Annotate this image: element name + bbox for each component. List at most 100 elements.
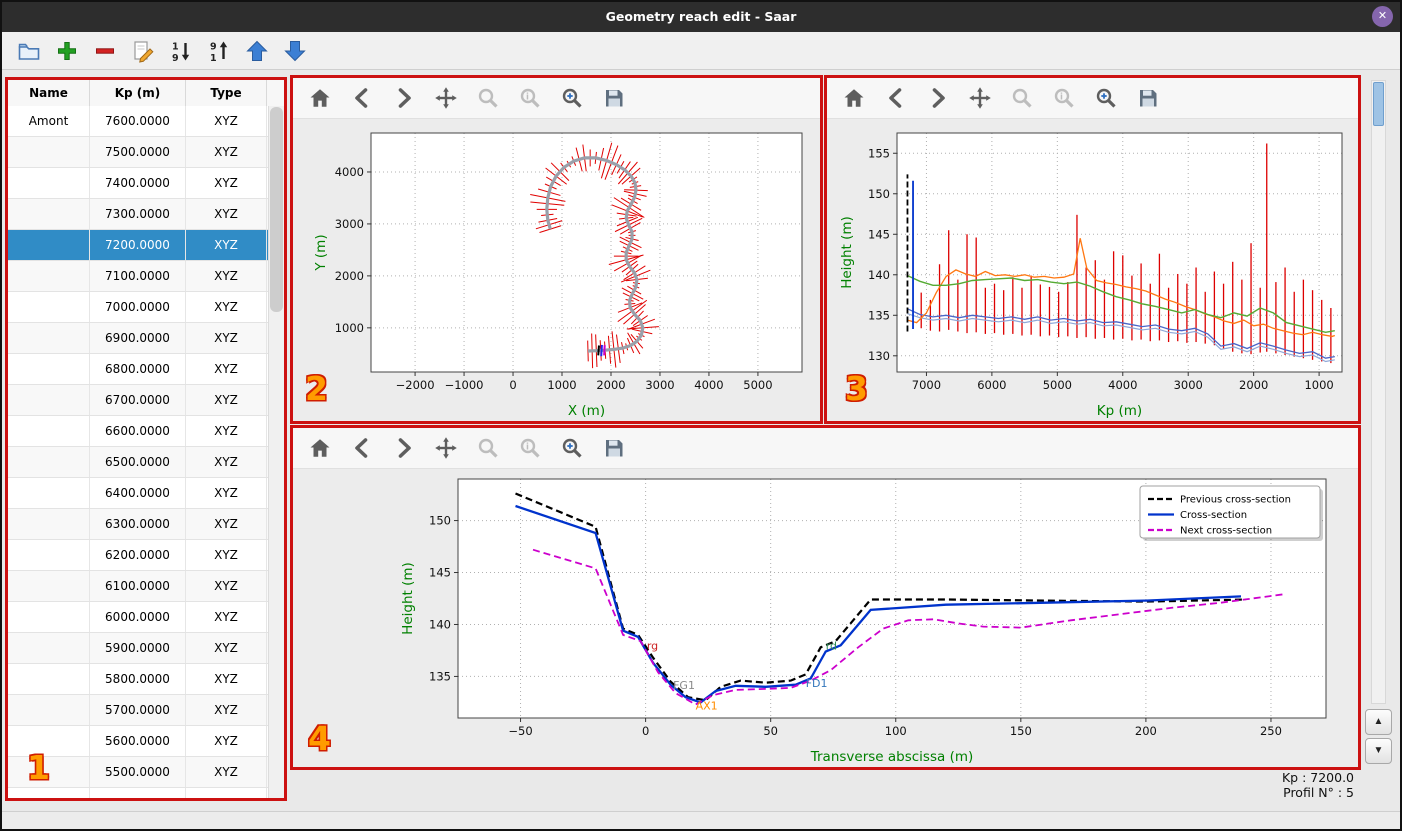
next-profile-button[interactable]: ▼ [1365, 738, 1392, 764]
cell-name [8, 261, 90, 291]
table-row[interactable]: 5700.0000 XYZ [8, 695, 269, 726]
table-scrollbar-thumb[interactable] [270, 107, 283, 312]
table-row[interactable]: 6800.0000 XYZ [8, 354, 269, 385]
cell-kp: 6400.0000 [90, 478, 186, 508]
table-row[interactable]: 6000.0000 XYZ [8, 602, 269, 633]
table-row[interactable]: 7200.0000 XYZ [8, 230, 269, 261]
vertical-scrollbar[interactable] [1371, 80, 1386, 704]
cross-pan-button[interactable] [431, 433, 461, 463]
cell-name [8, 230, 90, 260]
cross-forward-button[interactable] [389, 433, 419, 463]
main-toolbar: 1991 [2, 32, 1400, 70]
svg-text:155: 155 [868, 146, 890, 160]
table-row[interactable]: 6200.0000 XYZ [8, 540, 269, 571]
cell-type: XYZ [186, 509, 267, 539]
cross-save-button[interactable] [599, 433, 629, 463]
callout-2: 2 [305, 369, 328, 408]
table-row[interactable]: 6900.0000 XYZ [8, 323, 269, 354]
table-row[interactable]: 5800.0000 XYZ [8, 664, 269, 695]
table-row[interactable]: 7300.0000 XYZ [8, 199, 269, 230]
svg-text:1: 1 [210, 53, 217, 63]
plan-zoom-button[interactable] [473, 83, 503, 113]
longitudinal-pan-button[interactable] [965, 83, 995, 113]
svg-text:−2000: −2000 [396, 378, 435, 392]
svg-text:Previous cross-section: Previous cross-section [1180, 495, 1291, 506]
svg-text:130: 130 [868, 349, 890, 363]
longitudinal-panel: i 7000 6000 5000 4000 3000 2000 1000 130 135 140 1… [824, 75, 1361, 424]
cross-back-button[interactable] [347, 433, 377, 463]
table-row[interactable]: 6600.0000 XYZ [8, 416, 269, 447]
cell-type: XYZ [186, 633, 267, 663]
open-geometry-button[interactable] [14, 36, 44, 66]
longitudinal-home-button[interactable] [839, 83, 869, 113]
table-row[interactable]: 6400.0000 XYZ [8, 478, 269, 509]
previous-profile-button[interactable]: ▲ [1365, 709, 1392, 735]
longitudinal-zoom-button[interactable] [1007, 83, 1037, 113]
close-button[interactable]: ✕ [1372, 6, 1393, 27]
sort-descending-button[interactable]: 91 [204, 36, 234, 66]
column-header-type[interactable]: Type [186, 80, 267, 106]
cross-home-button[interactable] [305, 433, 335, 463]
plan-save-button[interactable] [599, 83, 629, 113]
svg-text:Transverse abscissa (m): Transverse abscissa (m) [810, 749, 974, 765]
table-row[interactable]: Amont 7600.0000 XYZ [8, 106, 269, 137]
longitudinal-forward-button[interactable] [923, 83, 953, 113]
table-row[interactable]: 6100.0000 XYZ [8, 571, 269, 602]
table-row[interactable]: 7000.0000 XYZ [8, 292, 269, 323]
table-row[interactable]: 5900.0000 XYZ [8, 633, 269, 664]
status-kp: Kp : 7200.0 [1281, 770, 1354, 785]
cross-section-plot-toolbar: i [293, 428, 1358, 469]
cell-kp: 6700.0000 [90, 385, 186, 415]
plan-zoom-original-button[interactable]: i [515, 83, 545, 113]
cell-kp: 5500.0000 [90, 757, 186, 787]
cell-kp: 6800.0000 [90, 354, 186, 384]
remove-profile-button[interactable] [90, 36, 120, 66]
table-row[interactable]: 7100.0000 XYZ [8, 261, 269, 292]
cell-type: XYZ [186, 230, 267, 260]
table-row[interactable]: 6700.0000 XYZ [8, 385, 269, 416]
svg-text:Next cross-section: Next cross-section [1180, 526, 1272, 537]
cross-zoom-button[interactable] [473, 433, 503, 463]
longitudinal-save-button[interactable] [1133, 83, 1163, 113]
longitudinal-zoom-original-button[interactable]: i [1049, 83, 1079, 113]
column-header-name[interactable]: Name [8, 80, 90, 106]
svg-text:7000: 7000 [912, 378, 941, 392]
plan-back-button[interactable] [347, 83, 377, 113]
cell-type: XYZ [186, 292, 267, 322]
plan-home-button[interactable] [305, 83, 335, 113]
cell-kp: 6100.0000 [90, 571, 186, 601]
cross-zoom-to-rect-button[interactable] [557, 433, 587, 463]
sort-desc-icon: 91 [207, 39, 231, 63]
cell-type: XYZ [186, 385, 267, 415]
svg-text:0: 0 [509, 378, 516, 392]
move-profile-up-button[interactable] [242, 36, 272, 66]
plan-zoom-to-rect-button[interactable] [557, 83, 587, 113]
table-row[interactable]: 5400.0000XYZ [8, 788, 269, 798]
cell-name [8, 602, 90, 632]
cross-section-canvas[interactable]: −50 0 50 100 150 200 250 135 140 145 150 Transverse… [293, 469, 1358, 768]
longitudinal-zoom-to-rect-button[interactable] [1091, 83, 1121, 113]
table-row[interactable]: 6500.0000 XYZ [8, 447, 269, 478]
table-scrollbar[interactable] [268, 106, 284, 798]
vertical-scrollbar-thumb[interactable] [1373, 82, 1384, 126]
move-profile-down-button[interactable] [280, 36, 310, 66]
table-row[interactable]: 7500.0000 XYZ [8, 137, 269, 168]
edit-profile-button[interactable] [128, 36, 158, 66]
table-row[interactable]: 6300.0000 XYZ [8, 509, 269, 540]
plan-pan-button[interactable] [431, 83, 461, 113]
longitudinal-canvas[interactable]: 7000 6000 5000 4000 3000 2000 1000 130 135 140 145… [827, 119, 1358, 422]
plan-forward-button[interactable] [389, 83, 419, 113]
plan-view-canvas[interactable]: −2000 −1000 0 1000 2000 3000 4000 5000 1000 2000 3… [293, 119, 820, 422]
callout-4: 4 [308, 719, 331, 758]
sort-ascending-button[interactable]: 19 [166, 36, 196, 66]
cell-name [8, 168, 90, 198]
add-profile-button[interactable] [52, 36, 82, 66]
cross-zoom-original-button[interactable]: i [515, 433, 545, 463]
column-header-kp-m[interactable]: Kp (m) [90, 80, 186, 106]
table-row[interactable]: 7400.0000 XYZ [8, 168, 269, 199]
arrow-up-icon: ▲ [1373, 716, 1384, 727]
cell-type: XYZ [186, 261, 267, 291]
svg-text:Height (m): Height (m) [839, 216, 855, 289]
longitudinal-back-button[interactable] [881, 83, 911, 113]
svg-text:AX1: AX1 [696, 700, 718, 713]
